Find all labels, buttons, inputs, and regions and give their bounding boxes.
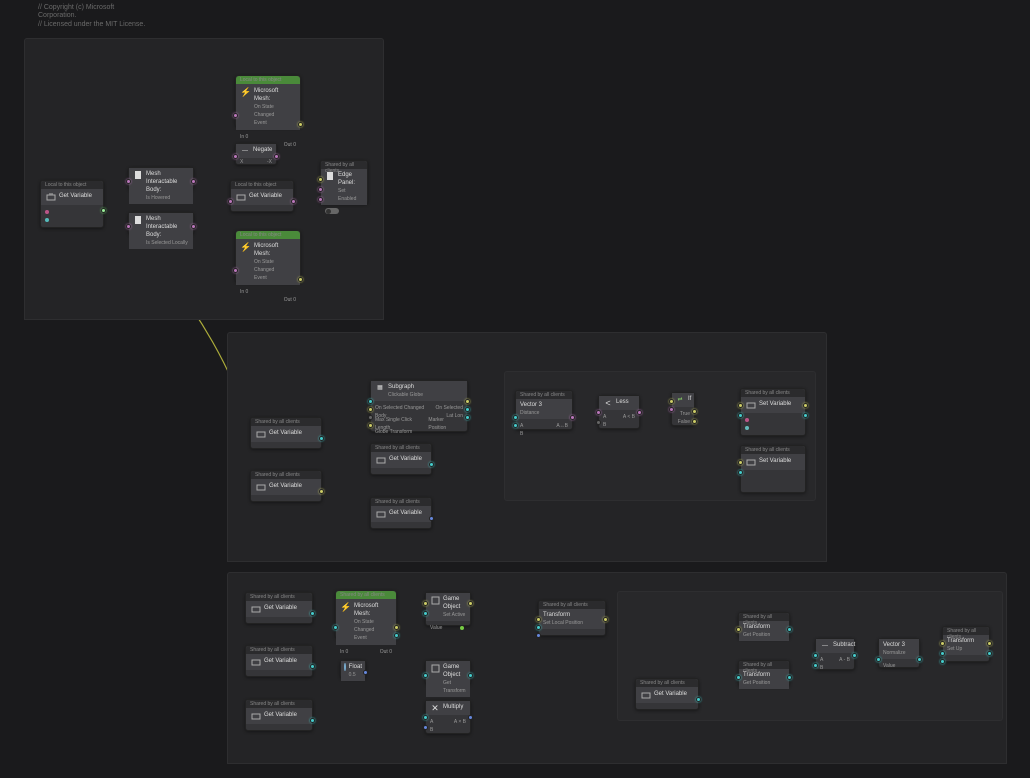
node-set-enabled[interactable]: Shared by all clients Edge Panel:Set Ena…: [320, 160, 368, 204]
cube-icon: [430, 595, 440, 605]
node-scope-label: Shared by all clients: [739, 661, 789, 669]
node-scope-label: Shared by all clients: [539, 601, 605, 609]
node-set-up[interactable]: Shared by all clients TransformSet Up: [942, 626, 990, 662]
node-scope-label: Shared by all clients: [251, 418, 321, 426]
node-get-variable-9[interactable]: Shared by all clients Get Variable: [245, 699, 313, 731]
variable-icon: [251, 711, 261, 721]
node-scope-label: Local to this object: [41, 181, 103, 189]
node-get-variable-4[interactable]: Shared by all clients Get Variable: [250, 470, 322, 502]
variable-icon: [251, 657, 261, 667]
cube-icon: [430, 663, 440, 673]
node-scope-label: Shared by all clients: [246, 593, 312, 601]
node-set-local-position[interactable]: Shared by all clients TransformSet Local…: [538, 600, 606, 636]
bolt-icon: ⚡: [241, 242, 251, 252]
node-subtract[interactable]: —Subtract AA - BB: [815, 638, 855, 670]
variable-icon: [376, 509, 386, 519]
node-scope-label: Shared by all clients: [943, 627, 989, 635]
node-get-position-1[interactable]: Shared by all clients TransformGet Posit…: [738, 612, 790, 638]
node-multiply[interactable]: ✕Multiply AA × BB: [425, 700, 471, 734]
node-normalize[interactable]: Vector 3Normalize Value: [878, 638, 920, 668]
doc-icon: [133, 215, 143, 225]
variable-icon: [256, 429, 266, 439]
variable-icon: [376, 455, 386, 465]
node-get-variable-5[interactable]: Shared by all clients Get Variable: [370, 443, 432, 475]
variable-icon: [236, 192, 246, 202]
bolt-icon: ⚡: [341, 602, 351, 612]
node-scope-label: Shared by all clients: [516, 391, 572, 399]
node-get-variable-7[interactable]: Shared by all clients Get Variable: [245, 592, 313, 624]
node-scope-label: Shared by all clients: [321, 161, 367, 169]
copyright-text: // Copyright (c) Microsoft Corporation. …: [38, 4, 145, 29]
node-set-active[interactable]: Game ObjectSet Active Value: [425, 592, 471, 626]
toggle-switch[interactable]: [325, 208, 339, 214]
variable-icon: [251, 604, 261, 614]
node-scope-label: Shared by all clients: [371, 498, 431, 506]
node-scope-label: Local to this object: [236, 76, 300, 84]
node-get-variable-2[interactable]: Local to this object Get Variable: [230, 180, 294, 212]
node-get-variable-6[interactable]: Shared by all clients Get Variable: [370, 497, 432, 529]
branch-icon: ⮂: [675, 395, 685, 405]
node-negate[interactable]: —Negate X-X: [235, 143, 277, 165]
node-distance[interactable]: Shared by all clients Vector 3Distance A…: [515, 390, 573, 430]
node-scope-label: Shared by all clients: [739, 613, 789, 621]
node-scope-label: Local to this object: [236, 231, 300, 239]
node-set-variable-1[interactable]: Shared by all clients Set Variable: [740, 388, 806, 436]
float-icon: [344, 663, 346, 671]
variable-icon: [746, 400, 756, 410]
node-get-variable-10[interactable]: Shared by all clients Get Variable: [635, 678, 699, 710]
node-scope-label: Shared by all clients: [246, 700, 312, 708]
variable-icon: [46, 192, 56, 202]
node-clickable-globe[interactable]: ▦SubgraphClickable Globe On Selected Cha…: [370, 380, 468, 432]
node-float[interactable]: Float0.5: [340, 660, 366, 678]
bolt-icon: ⚡: [241, 87, 251, 97]
variable-icon: [256, 482, 266, 492]
variable-icon: [746, 457, 756, 467]
doc-icon: [133, 170, 143, 180]
doc-icon: [325, 171, 335, 181]
node-scope-label: Shared by all clients: [741, 389, 805, 397]
node-scope-label: Shared by all clients: [251, 471, 321, 479]
node-scope-label: Shared by all clients: [636, 679, 698, 687]
node-scope-label: Shared by all clients: [371, 444, 431, 452]
node-is-selected[interactable]: Mesh Interactable Body:Is Selected Local…: [128, 212, 194, 234]
node-scope-label: Shared by all clients: [246, 646, 312, 654]
minus-icon: —: [820, 641, 830, 651]
minus-icon: —: [240, 146, 250, 156]
node-scope-label: Shared by all clients: [741, 446, 805, 454]
node-set-variable-2[interactable]: Shared by all clients Set Variable: [740, 445, 806, 493]
node-scope-label: Local to this object: [231, 181, 293, 189]
node-on-state-changed-2[interactable]: Local to this object ⚡Microsoft Mesh:On …: [235, 230, 301, 282]
node-scope-label: Shared by all clients: [336, 591, 396, 599]
node-get-variable-1[interactable]: Local to this object Get Variable: [40, 180, 104, 228]
node-on-state-changed-1[interactable]: Local to this object ⚡Microsoft Mesh:On …: [235, 75, 301, 127]
node-is-hovered[interactable]: Mesh Interactable Body:Is Hovered: [128, 167, 194, 189]
node-on-state-changed-3[interactable]: Shared by all clients ⚡Microsoft Mesh:On…: [335, 590, 397, 638]
node-get-transform[interactable]: Game ObjectGet Transform: [425, 660, 471, 684]
subgraph-icon: ▦: [375, 383, 385, 393]
variable-icon: [641, 690, 651, 700]
multiply-icon: ✕: [430, 703, 440, 713]
node-less[interactable]: <Less AA < BB: [598, 395, 640, 429]
node-if[interactable]: ⮂If TrueFalse: [671, 392, 695, 426]
node-get-position-2[interactable]: Shared by all clients TransformGet Posit…: [738, 660, 790, 686]
node-get-variable-3[interactable]: Shared by all clients Get Variable: [250, 417, 322, 449]
node-get-variable-8[interactable]: Shared by all clients Get Variable: [245, 645, 313, 677]
less-icon: <: [603, 398, 613, 408]
